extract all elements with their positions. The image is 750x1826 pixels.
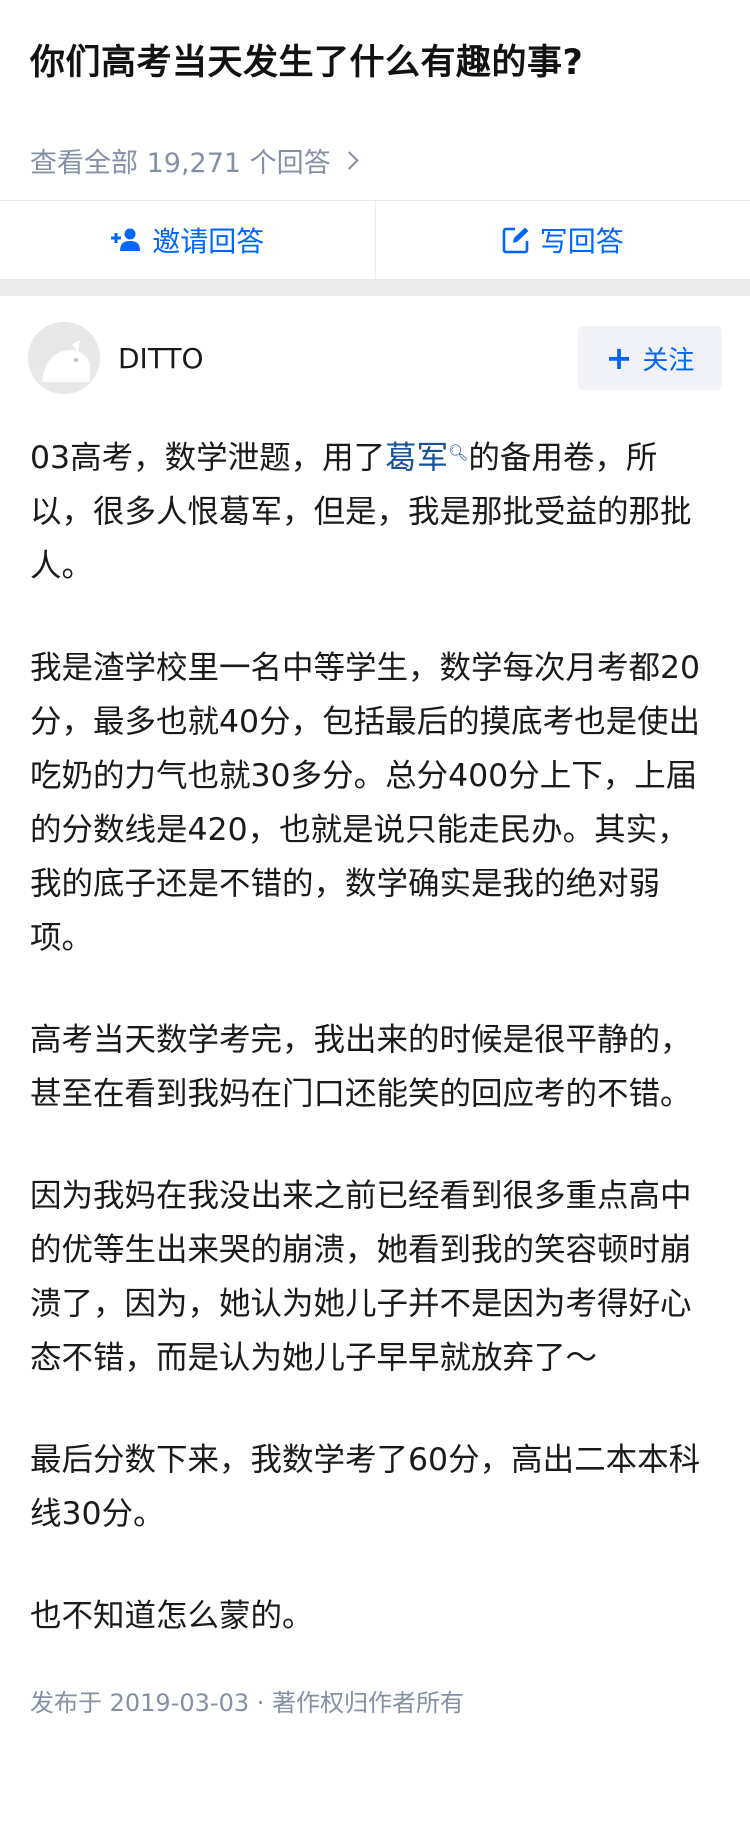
add-person-icon [110,227,142,253]
keyword-link-text: 葛军 [385,440,449,476]
search-icon: 🔍︎ [448,443,469,462]
write-answer-button[interactable]: 写回答 [374,201,750,279]
invite-answer-button[interactable]: 邀请回答 [0,201,375,279]
edit-icon [502,226,530,254]
follow-label: 关注 [642,345,695,376]
invite-answer-label: 邀请回答 [152,225,265,258]
answer-paragraph: 也不知道怎么蒙的。 [30,1598,314,1634]
chevron-right-icon [339,150,359,170]
keyword-link[interactable]: 葛军🔍︎ [385,440,468,476]
follow-button[interactable]: + 关注 [578,326,722,390]
answer-text: 03高考，数学泄题，用了 [30,440,386,476]
view-all-answers-link[interactable]: 查看全部 19,271 个回答 [0,120,750,200]
question-title[interactable]: 你们高考当天发生了什么有趣的事? [30,38,720,88]
answer-body: 03高考，数学泄题，用了葛军🔍︎的备用卷，所以，很多人恨葛军，但是，我是那批受益… [0,420,750,1643]
question-header: 你们高考当天发生了什么有趣的事? [0,0,750,120]
answer-paragraph: 高考当天数学考完，我出来的时候是很平静的，甚至在看到我妈在门口还能笑的回应考的不… [30,1022,692,1112]
answer-paragraph: 因为我妈在我没出来之前已经看到很多重点高中的优等生出来哭的崩溃，她看到我的笑容顿… [30,1178,692,1376]
default-avatar-icon [28,322,100,394]
view-all-label: 查看全部 19,271 个回答 [30,147,331,179]
section-divider [0,280,750,296]
answer-paragraph: 我是渣学校里一名中等学生，数学每次月考都20分，最多也就40分，包括最后的摸底考… [30,650,701,956]
answer-paragraph: 03高考，数学泄题，用了葛军🔍︎的备用卷，所以，很多人恨葛军，但是，我是那批受益… [30,426,720,593]
action-bar: 邀请回答 写回答 [0,200,750,280]
publish-meta: 发布于 2019-03-03 · 著作权归作者所有 [30,1689,464,1717]
avatar[interactable] [28,322,100,394]
author-name[interactable]: DITTO [118,342,578,375]
plus-icon: + [605,339,633,377]
author-row: DITTO + 关注 [0,296,750,420]
write-answer-label: 写回答 [539,225,624,258]
answer-paragraph: 最后分数下来，我数学考了60分，高出二本本科线30分。 [30,1442,701,1532]
